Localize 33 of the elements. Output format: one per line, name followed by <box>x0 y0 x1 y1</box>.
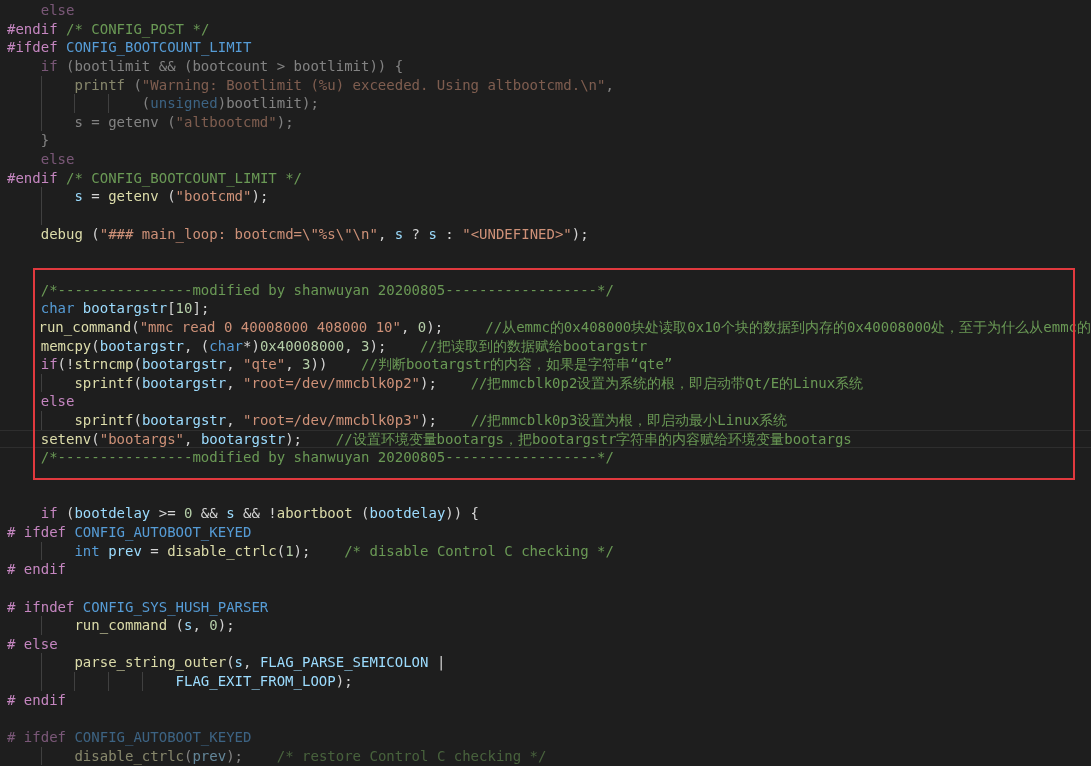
code-line: /*----------------modified by shanwuyan 20200805------------------*/ <box>40 448 614 467</box>
code-line: /*----------------modified by shanwuyan 20200805------------------*/ <box>40 280 614 300</box>
code-line: # ifdef CONFIG_AUTOBOOT_KEYED <box>7 728 252 747</box>
code-line: #endif /* CONFIG_BOOTCOUNT_LIMIT */ <box>7 168 303 188</box>
code-line: debug ("### main_loop: bootcmd=\"%s\"\n", s ? s : "<UNDEFINED>"); <box>40 224 589 244</box>
code-line: printf ("Warning: Bootlimit (%u) exceeded. Using altbootcmd.\n", <box>74 75 614 95</box>
code-line: s = getenv ("bootcmd"); <box>74 187 269 207</box>
code-line: memcpy(bootargstr, (char*)0x40008000, 3); //把读取到的数据赋给bootargstr <box>40 336 648 356</box>
code-line: # ifdef CONFIG_AUTOBOOT_KEYED <box>7 522 252 542</box>
code-line: if(!strncmp(bootargstr, "qte", 3)) //判断bootargstr的内容，如果是字符串“qte” <box>40 355 673 374</box>
code-line: disable_ctrlc(prev); /* restore Control C checking */ <box>74 746 547 766</box>
code-line: if (bootlimit && (bootcount > bootlimit)) { <box>40 56 404 76</box>
code-line: parse_string_outer(s, FLAG_PARSE_SEMICOLON | <box>74 653 446 673</box>
code-line: (unsigned)bootlimit); <box>141 94 319 113</box>
code-line: # else <box>7 634 58 654</box>
code-line: if (bootdelay >= 0 && s && !abortboot (bootdelay)) { <box>40 504 480 523</box>
code-line: #endif /* CONFIG_POST */ <box>7 19 210 39</box>
code-line: s = getenv ("altbootcmd"); <box>74 112 294 132</box>
code-line: #ifdef CONFIG_BOOTCOUNT_LIMIT <box>7 38 252 57</box>
code-line: # endif <box>7 690 66 710</box>
code-line: else <box>40 1 75 20</box>
code-line: FLAG_EXIT_FROM_LOOP); <box>175 672 353 691</box>
code-line: int prev = disable_ctrlc(1); /* disable Control C checking */ <box>74 541 614 561</box>
code-line: # endif <box>7 560 66 579</box>
code-line: sprintf(bootargstr, "root=/dev/mmcblk0p3"); //把mmcblk0p3设置为根，即启动最小Linux系统 <box>74 411 788 430</box>
code-line: run_command (s, 0); <box>74 616 235 635</box>
code-line: } <box>40 131 50 151</box>
code-line: setenv("bootargs", bootargstr); //设置环境变量bootargs，把bootargstr字符串的内容赋给环境变量bootargs <box>40 429 852 449</box>
code-line: else <box>40 150 75 169</box>
code-line: char bootargstr[10]; <box>40 299 210 318</box>
code-line: sprintf(bootargstr, "root=/dev/mmcblk0p2"); //把mmcblk0p2设置为系统的根，即启动带Qt/E的Linux系统 <box>74 373 864 393</box>
code-line: # ifndef CONFIG_SYS_HUSH_PARSER <box>7 597 269 617</box>
code-line: else <box>40 392 75 412</box>
